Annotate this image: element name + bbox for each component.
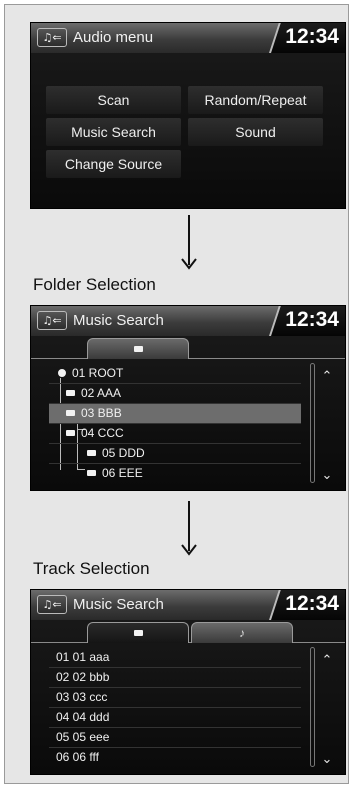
down-arrow-icon [181,215,197,270]
folder-label: 06 EEE [102,466,143,480]
header-bar: ♫⇐ Music Search 12:34 [31,306,345,336]
manual-illustration-frame: ♫⇐ Audio menu 12:34 Scan Random/Repeat M… [4,4,349,784]
audio-menu-screen: ♫⇐ Audio menu 12:34 Scan Random/Repeat M… [30,22,346,209]
screen-title: Music Search [73,312,164,329]
folder-row[interactable]: 02 AAA [49,384,301,403]
folder-icon [66,429,75,436]
audio-source-icon[interactable]: ♫⇐ [37,595,67,614]
scroll-up-button[interactable]: ⌃ [319,370,335,384]
header-bar: ♫⇐ Audio menu 12:34 [31,23,345,53]
folder-row-root[interactable]: 01 ROOT [49,364,301,383]
scroll-down-button[interactable]: ⌄ [319,753,335,767]
scan-button[interactable]: Scan [46,86,181,114]
folder-icon [66,409,75,416]
screen-title: Audio menu [73,29,154,46]
folder-row[interactable]: 04 CCC [49,424,301,443]
folder-icon [133,629,143,636]
folder-label: 04 CCC [81,426,124,440]
clock: 12:34 [285,592,339,615]
track-row[interactable]: 01 01 aaa [49,648,301,667]
folder-icon [66,389,75,396]
track-row[interactable]: 03 03 ccc [49,688,301,707]
clock: 12:34 [285,25,339,48]
scrollbar[interactable] [310,647,315,767]
folder-row[interactable]: 05 DDD [49,444,301,463]
change-source-button[interactable]: Change Source [46,150,181,178]
folder-selection-screen: ♫⇐ Music Search 12:34 01 ROOT 02 AAA 03 … [30,305,346,491]
scrollbar[interactable] [310,363,315,483]
track-selection-screen: ♫⇐ Music Search 12:34 ♪ 01 01 aaa 02 02 … [30,589,346,775]
root-icon [58,368,66,377]
tab-tracks[interactable]: ♪ [191,622,293,643]
folder-label: 03 BBB [81,406,122,420]
tab-folders[interactable] [87,622,189,643]
track-selection-heading: Track Selection [33,559,150,578]
folder-icon [87,449,96,456]
folder-label: 02 AAA [81,386,122,400]
sound-button[interactable]: Sound [188,118,323,146]
tab-bar: ♪ [31,621,345,643]
audio-source-icon[interactable]: ♫⇐ [37,28,67,47]
tab-folders[interactable] [87,338,189,359]
down-arrow-icon [181,501,197,556]
music-note-icon: ♪ [239,626,245,640]
track-row[interactable]: 05 05 eee [49,728,301,747]
folder-icon [133,345,143,352]
random-repeat-button[interactable]: Random/Repeat [188,86,323,114]
tab-bar [31,337,345,359]
folder-selection-heading: Folder Selection [33,275,156,294]
folder-label: 05 DDD [102,446,145,460]
folder-label: 01 ROOT [72,366,124,380]
screen-title: Music Search [73,596,164,613]
track-row[interactable]: 02 02 bbb [49,668,301,687]
scroll-up-button[interactable]: ⌃ [319,654,335,668]
track-row[interactable]: 06 06 fff [49,748,301,767]
clock: 12:34 [285,308,339,331]
folder-row-selected[interactable]: 03 BBB [49,404,301,423]
audio-source-icon[interactable]: ♫⇐ [37,311,67,330]
music-search-button[interactable]: Music Search [46,118,181,146]
header-bar: ♫⇐ Music Search 12:34 [31,590,345,620]
folder-row[interactable]: 06 EEE [49,464,301,483]
scroll-down-button[interactable]: ⌄ [319,469,335,483]
track-row[interactable]: 04 04 ddd [49,708,301,727]
folder-icon [87,469,96,476]
